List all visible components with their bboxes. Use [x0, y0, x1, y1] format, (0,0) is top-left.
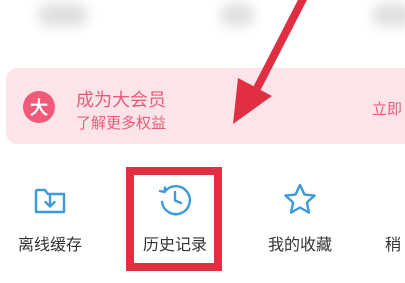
- vip-banner[interactable]: 大 成为大会员 了解更多权益 立即: [6, 68, 405, 144]
- menu-item-watch-later[interactable]: 稍: [385, 180, 405, 260]
- menu-item-label: 稍: [385, 235, 402, 254]
- blurred-stat-3: [372, 4, 405, 26]
- vip-title: 成为大会员: [76, 90, 166, 111]
- menu-item-favorites[interactable]: 我的收藏: [255, 180, 345, 260]
- menu-item-label: 我的收藏: [267, 235, 332, 254]
- menu-item-offline-cache[interactable]: 离线缓存: [5, 180, 95, 260]
- download-folder-icon: [30, 180, 70, 220]
- history-clock-icon: [155, 180, 195, 220]
- menu-item-label: 离线缓存: [17, 235, 82, 254]
- menu-item-history[interactable]: 历史记录: [130, 180, 220, 260]
- menu-item-label: 历史记录: [142, 235, 207, 254]
- vip-open-button[interactable]: 立即: [372, 98, 402, 119]
- vip-badge-icon: 大: [23, 91, 55, 123]
- blurred-stat-1: [38, 4, 88, 26]
- star-icon: [280, 180, 320, 220]
- blurred-stat-2: [220, 4, 254, 26]
- vip-subtitle: 了解更多权益: [76, 114, 167, 132]
- mine-page: 大 成为大会员 了解更多权益 立即 离线缓存 历史记录 我的收藏 稍: [0, 0, 405, 283]
